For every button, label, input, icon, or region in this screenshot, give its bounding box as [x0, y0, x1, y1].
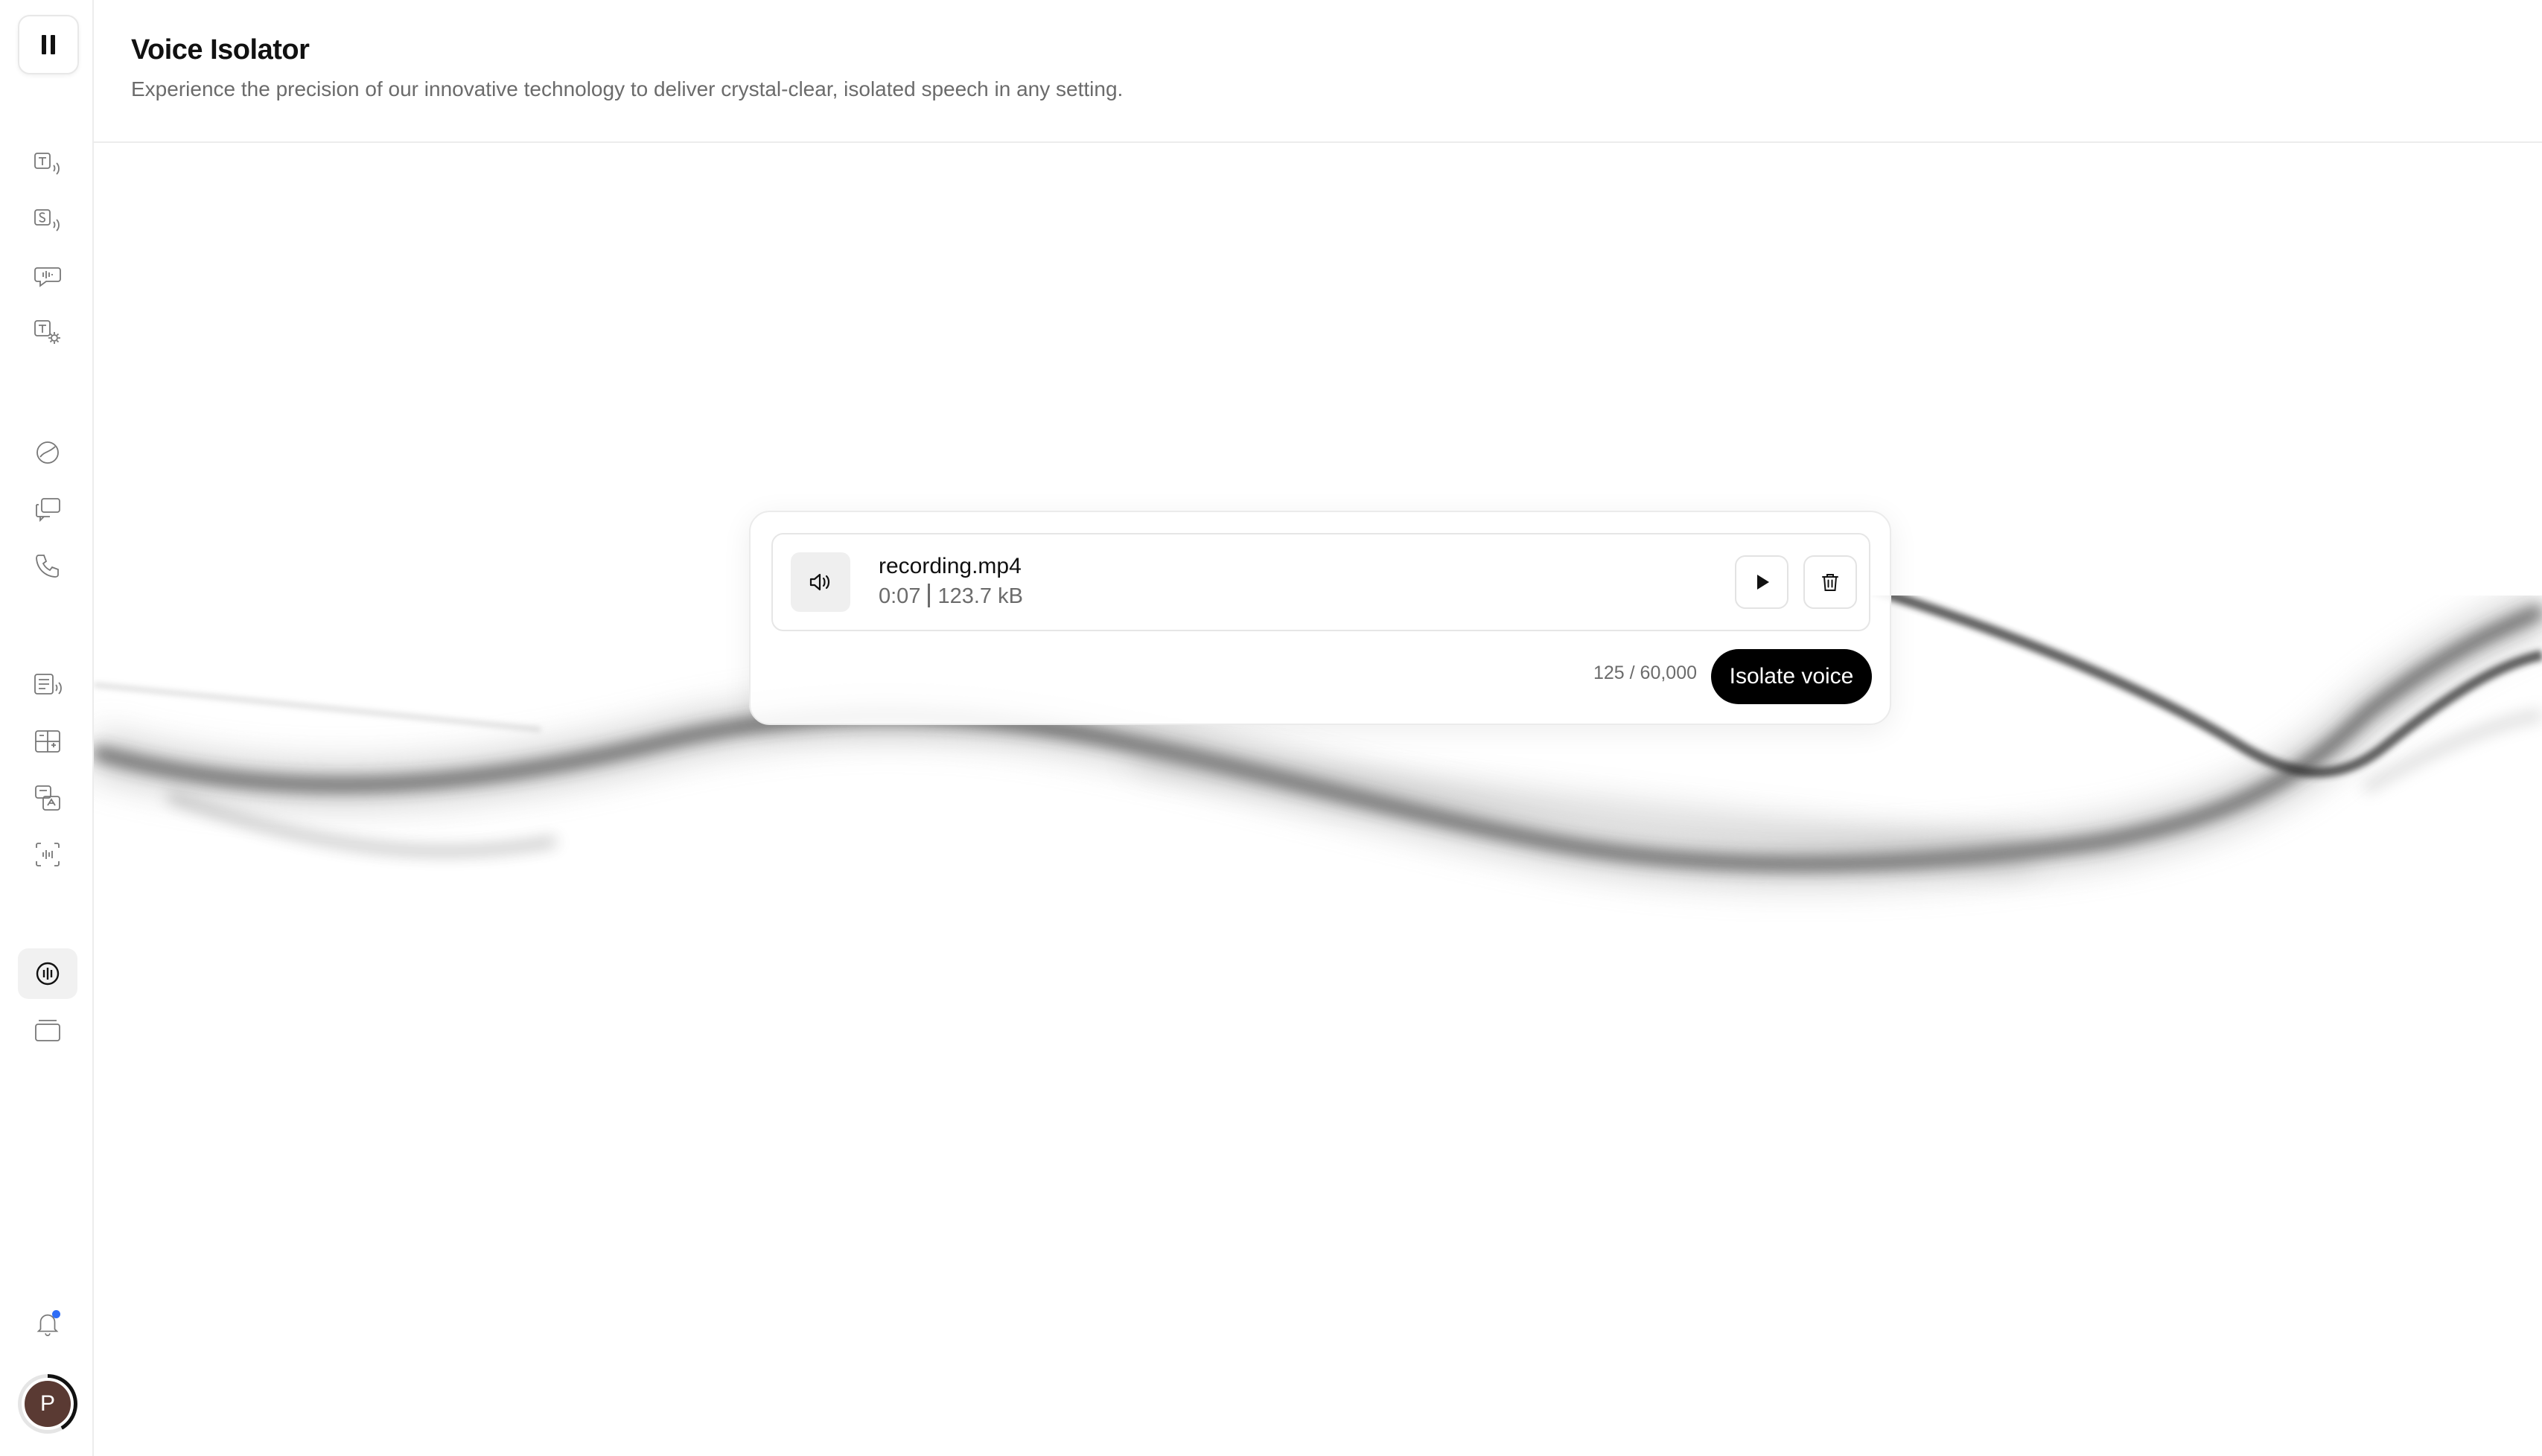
- voice-isolator-card: recording.mp4 0:07 123.7 kB 125 / 60,000 …: [749, 511, 1891, 725]
- sidebar-item-conversational-ai[interactable]: [18, 484, 77, 534]
- file-size: 123.7 kB: [937, 584, 1023, 608]
- sidebar-item-voice-isolator[interactable]: [18, 948, 77, 999]
- sidebar-item-sound-effects[interactable]: [18, 250, 77, 301]
- library-icon: [35, 1020, 60, 1041]
- avatar-initial: P: [22, 1378, 74, 1430]
- sidebar-item-dubbing[interactable]: [18, 716, 77, 767]
- isolate-voice-button[interactable]: Isolate voice: [1711, 649, 1872, 704]
- file-meta: 0:07 123.7 kB: [879, 584, 1023, 609]
- voices-icon: [36, 441, 59, 464]
- sidebar-item-speech-to-speech[interactable]: [18, 195, 77, 246]
- character-count: 125 / 60,000: [1593, 662, 1698, 683]
- meta-divider: [928, 584, 931, 607]
- sidebar-item-voice-changer[interactable]: [18, 829, 77, 880]
- play-button[interactable]: [1735, 555, 1788, 609]
- sidebar-item-voice-settings[interactable]: [18, 307, 77, 357]
- notifications-button[interactable]: [18, 1298, 77, 1349]
- speech-to-speech-icon: [34, 209, 60, 232]
- sidebar-item-projects[interactable]: [18, 660, 77, 710]
- file-duration: 0:07: [879, 584, 921, 608]
- play-icon: [1757, 575, 1769, 590]
- avatar[interactable]: P: [18, 1374, 77, 1434]
- delete-button[interactable]: [1803, 555, 1857, 609]
- text-to-speech-icon: [34, 153, 60, 175]
- projects-icon: [34, 674, 62, 695]
- conversational-ai-icon: [36, 498, 60, 523]
- sidebar: P: [0, 0, 94, 1456]
- voice-isolator-icon: [36, 962, 60, 986]
- app-logo[interactable]: [18, 15, 79, 74]
- logo-bar-left: [42, 35, 46, 54]
- voice-settings-icon: [34, 320, 60, 344]
- sidebar-item-transcription[interactable]: [18, 773, 77, 823]
- logo-bar-right: [51, 35, 55, 54]
- voice-changer-icon: [36, 843, 60, 866]
- dubbing-icon: [35, 730, 60, 753]
- sidebar-item-text-to-speech[interactable]: [18, 138, 77, 189]
- transcription-icon: [35, 785, 60, 811]
- page-title: Voice Isolator: [131, 34, 310, 66]
- speaker-icon: [809, 573, 830, 591]
- page-subtitle: Experience the precision of our innovati…: [131, 77, 1124, 100]
- page-header: Voice Isolator Experience the precision …: [94, 0, 2542, 143]
- file-type-badge: [791, 552, 850, 612]
- sidebar-item-phone[interactable]: [18, 540, 77, 591]
- sidebar-item-library[interactable]: [18, 1005, 77, 1056]
- notification-dot: [52, 1310, 60, 1318]
- trash-icon: [1822, 574, 1838, 591]
- uploaded-file: recording.mp4 0:07 123.7 kB: [771, 533, 1870, 631]
- sound-effects-icon: [34, 267, 61, 287]
- sidebar-item-voices[interactable]: [18, 427, 77, 478]
- phone-icon: [36, 555, 59, 578]
- file-name: recording.mp4: [879, 554, 1022, 578]
